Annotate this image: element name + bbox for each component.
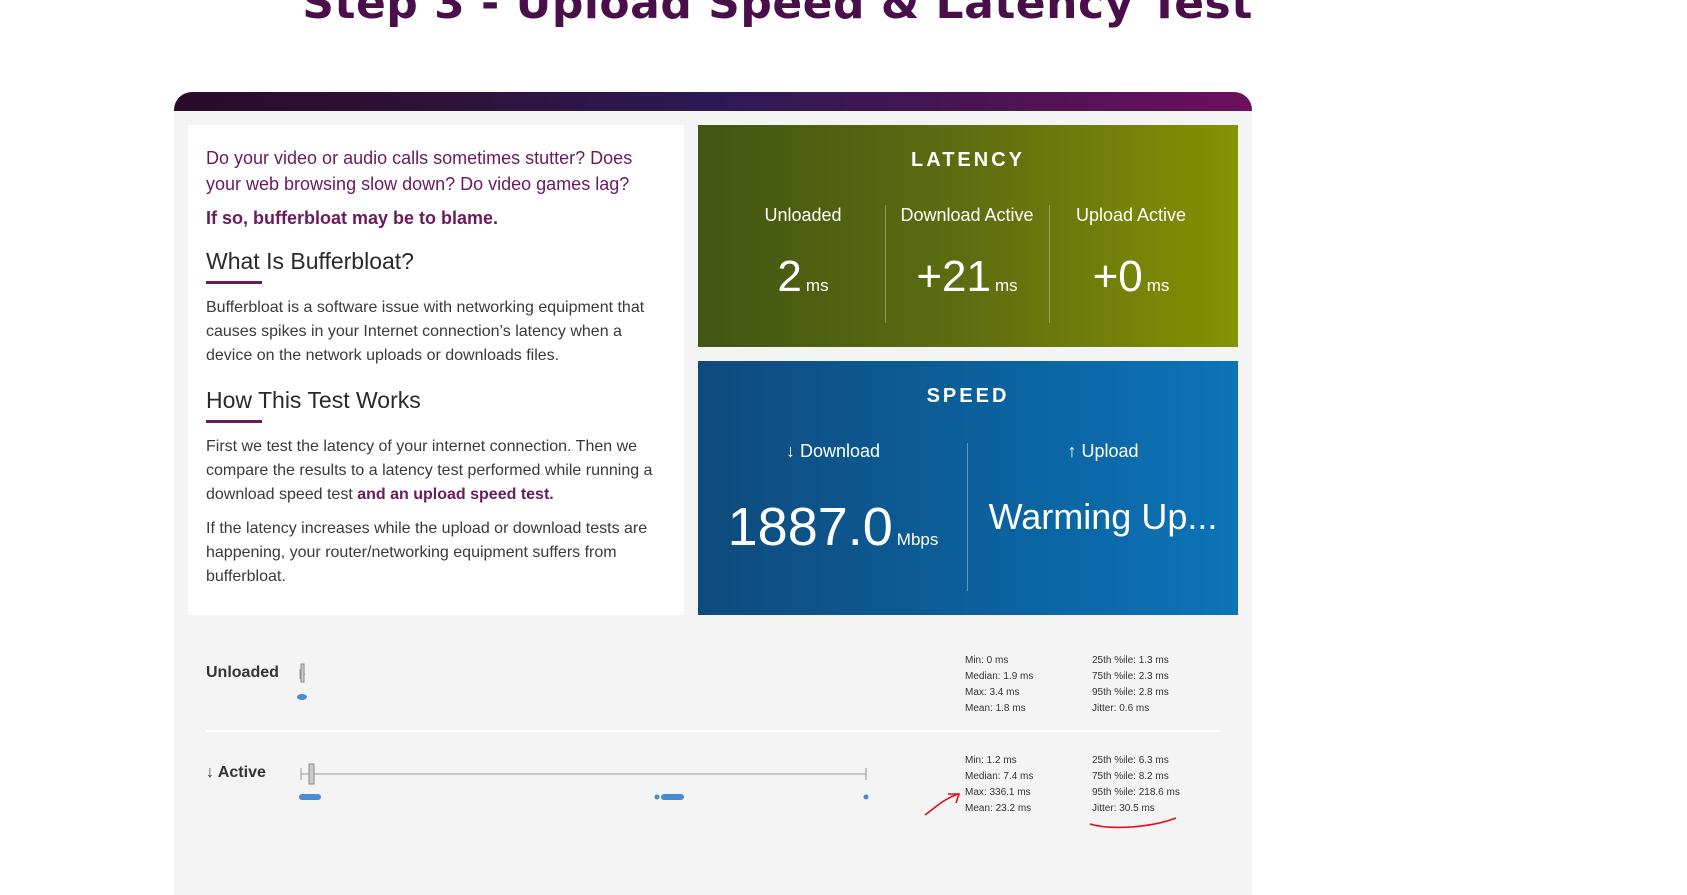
box	[300, 663, 305, 683]
unloaded-boxplot	[297, 663, 307, 700]
sample-dots	[297, 694, 307, 700]
red-annotation-marks	[924, 793, 1177, 829]
active-boxplot	[299, 763, 869, 800]
annotation-underline	[1089, 817, 1177, 829]
sample-dot	[863, 794, 869, 800]
sample-dots	[661, 794, 684, 800]
latency-distribution-plots	[297, 663, 1177, 829]
box	[308, 763, 315, 785]
annotation-arrow	[924, 793, 959, 816]
sample-dots	[299, 794, 321, 800]
sample-dot	[654, 794, 660, 800]
